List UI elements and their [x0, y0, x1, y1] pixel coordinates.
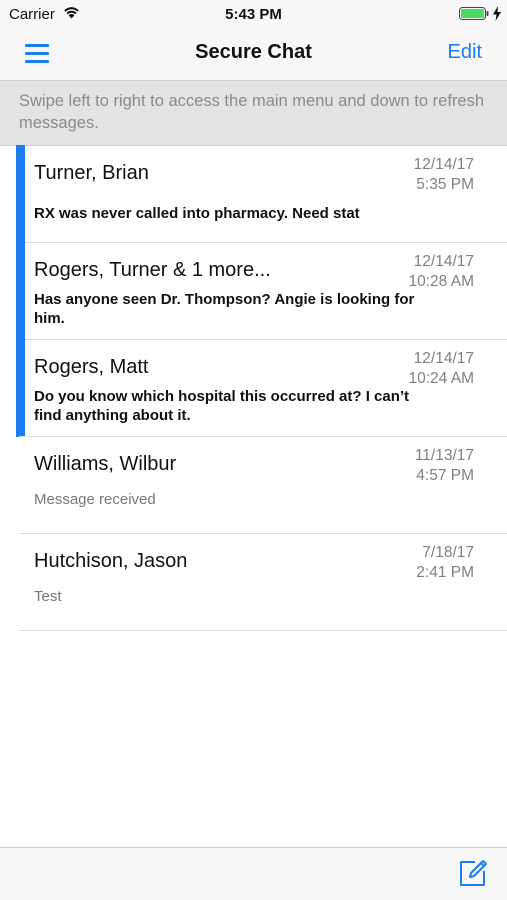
secure-chat-screen: Carrier 5:43 PM Secure Chat Edit Swipe l… [0, 0, 507, 900]
chat-preview: Message received [34, 491, 156, 508]
chat-participant-name: Turner, Brian [34, 162, 149, 184]
edit-button[interactable]: Edit [448, 41, 482, 64]
chat-participant-name: Williams, Wilbur [34, 453, 177, 475]
compose-icon[interactable] [458, 858, 488, 888]
chat-time: 4:57 PM [416, 467, 474, 484]
page-title: Secure Chat [195, 41, 312, 63]
hamburger-menu-button[interactable] [22, 41, 50, 67]
navigation-bar: Secure Chat Edit [0, 28, 507, 81]
chat-row[interactable]: Rogers, Turner & 1 more... 12/14/17 10:2… [0, 242, 507, 340]
chat-participant-name: Hutchison, Jason [34, 550, 188, 572]
status-bar: Carrier 5:43 PM [0, 0, 507, 28]
bottom-toolbar [0, 847, 507, 900]
wifi-icon [64, 7, 79, 19]
unread-indicator [16, 339, 25, 437]
instruction-text: Swipe left to right to access the main m… [19, 92, 484, 132]
chat-row[interactable]: Williams, Wilbur 11/13/17 4:57 PM Messag… [0, 437, 507, 534]
instruction-banner: Swipe left to right to access the main m… [0, 81, 507, 146]
chat-participant-name: Rogers, Turner & 1 more... [34, 259, 271, 281]
chat-timestamp: 7/18/17 2:41 PM [416, 543, 474, 583]
chat-preview: RX was never called into pharmacy. Need … [34, 205, 360, 222]
chat-time: 2:41 PM [416, 564, 474, 581]
hamburger-icon-line [25, 60, 49, 63]
chat-date: 11/13/17 [414, 447, 474, 464]
chat-preview: Do you know which hospital this occurred… [34, 388, 410, 424]
chat-timestamp: 12/14/17 10:28 AM [409, 252, 475, 292]
chat-date: 7/18/17 [422, 544, 474, 561]
chat-time: 10:24 AM [408, 370, 475, 387]
chat-participant-name: Rogers, Matt [34, 356, 149, 378]
unread-indicator [16, 145, 25, 243]
battery-icon [459, 7, 489, 20]
chat-list[interactable]: Turner, Brian 12/14/17 5:35 PM RX was ne… [0, 145, 507, 631]
chat-row[interactable]: Hutchison, Jason 7/18/17 2:41 PM Test [0, 534, 507, 631]
unread-indicator [16, 242, 25, 340]
chat-timestamp: 12/14/17 10:24 AM [409, 349, 475, 389]
hamburger-icon [25, 44, 49, 47]
chat-row[interactable]: Turner, Brian 12/14/17 5:35 PM RX was ne… [0, 145, 507, 243]
chat-date: 12/14/17 [413, 253, 474, 270]
chat-row[interactable]: Rogers, Matt 12/14/17 10:24 AM Do you kn… [0, 339, 507, 437]
chat-time: 5:35 PM [416, 176, 474, 193]
chat-timestamp: 11/13/17 4:57 PM [415, 446, 474, 486]
chat-time: 10:28 AM [408, 273, 475, 290]
carrier-label: Carrier [9, 6, 55, 23]
chat-preview: Has anyone seen Dr. Thompson? Angie is l… [34, 291, 415, 327]
row-divider [19, 630, 507, 631]
chat-preview: Test [34, 588, 62, 605]
chat-date: 12/14/17 [413, 156, 474, 173]
hamburger-icon-line [25, 52, 49, 55]
chat-date: 12/14/17 [413, 350, 474, 367]
charging-bolt-icon [493, 6, 501, 21]
chat-timestamp: 12/14/17 5:35 PM [414, 155, 474, 195]
